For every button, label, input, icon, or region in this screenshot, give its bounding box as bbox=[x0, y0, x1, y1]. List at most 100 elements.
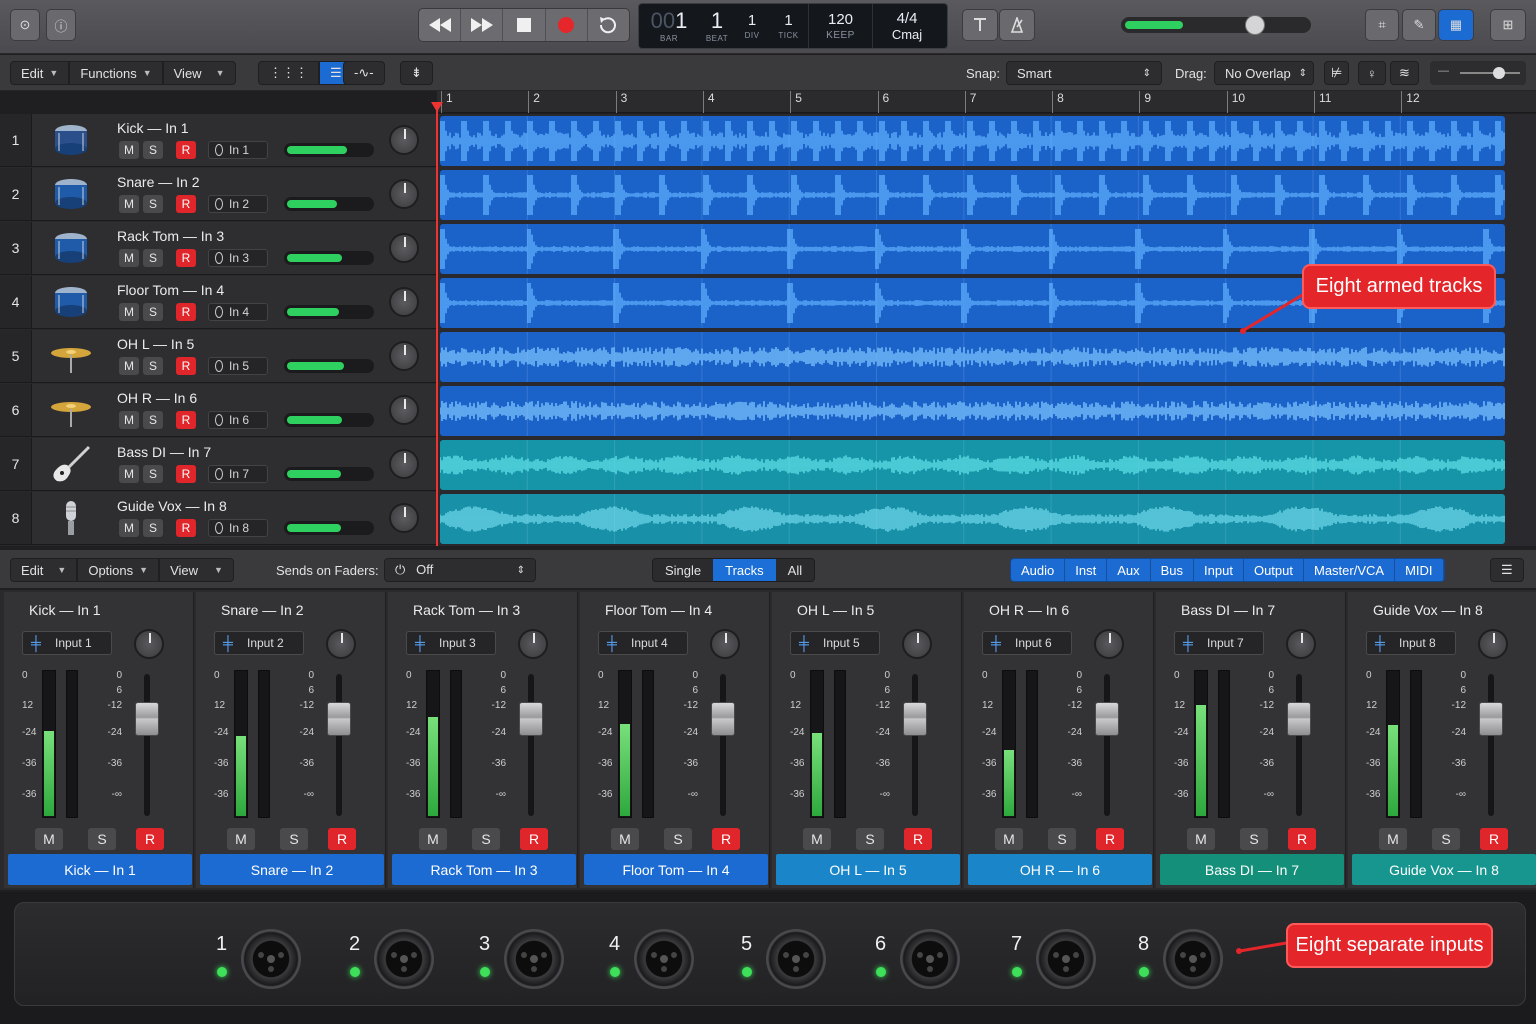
timeline-ruler[interactable]: 1 2 3 4 5 6 7 8 9 10 11 12 bbox=[437, 91, 1536, 113]
channel-pan-knob[interactable] bbox=[710, 629, 740, 659]
filter-midi[interactable]: MIDI bbox=[1395, 559, 1444, 581]
track-pan-knob[interactable] bbox=[389, 233, 419, 263]
channel-input-slot[interactable]: ╪ Input 3 bbox=[406, 631, 496, 655]
lcd-display[interactable]: 001 BAR 1 BEAT 1 DIV 1 TICK 120 KEEP 4/4… bbox=[638, 3, 948, 49]
channel-label[interactable]: Rack Tom — In 3 bbox=[392, 854, 576, 885]
ruler-bar-3[interactable]: 3 bbox=[615, 91, 627, 113]
track-volume-slider[interactable] bbox=[284, 143, 374, 157]
solo-button[interactable]: S bbox=[143, 195, 163, 213]
filter-bus[interactable]: Bus bbox=[1150, 559, 1195, 581]
catch-icon[interactable]: ⇟ bbox=[400, 61, 433, 85]
track-header[interactable]: 5 OH L — In 5 M S R In 5 bbox=[0, 330, 437, 383]
playhead[interactable] bbox=[436, 104, 438, 546]
channel-input-slot[interactable]: ╪ Input 5 bbox=[790, 631, 880, 655]
volume-fader-track[interactable] bbox=[1104, 674, 1110, 816]
track-pan-knob[interactable] bbox=[389, 503, 419, 533]
drag-select[interactable]: No Overlap ⇕ bbox=[1214, 61, 1314, 85]
volume-fader-track[interactable] bbox=[720, 674, 726, 816]
channel-mute-button[interactable]: M bbox=[35, 828, 63, 850]
channel-solo-button[interactable]: S bbox=[856, 828, 884, 850]
channel-pan-knob[interactable] bbox=[1478, 629, 1508, 659]
track-volume-slider[interactable] bbox=[284, 197, 374, 211]
solo-button[interactable]: S bbox=[143, 411, 163, 429]
filter-audio[interactable]: Audio bbox=[1011, 559, 1066, 581]
track-header[interactable]: 1 Kick — In 1 M S R In 1 bbox=[0, 114, 437, 167]
track-name[interactable]: Bass DI — In 7 bbox=[117, 444, 211, 460]
channel-label[interactable]: Kick — In 1 bbox=[8, 854, 192, 885]
volume-fader-handle[interactable] bbox=[903, 702, 927, 736]
ruler-bar-12[interactable]: 12 bbox=[1401, 91, 1420, 113]
record-icon[interactable] bbox=[546, 9, 588, 41]
mute-button[interactable]: M bbox=[119, 303, 139, 321]
record-arm-button[interactable]: R bbox=[176, 519, 196, 537]
track-pan-knob[interactable] bbox=[389, 449, 419, 479]
input-monitor-button[interactable]: In 6 bbox=[208, 411, 268, 429]
volume-fader-track[interactable] bbox=[144, 674, 150, 816]
track-volume-slider[interactable] bbox=[284, 251, 374, 265]
record-arm-button[interactable]: R bbox=[176, 303, 196, 321]
track-volume-slider[interactable] bbox=[284, 467, 374, 481]
track-volume-slider[interactable] bbox=[284, 413, 374, 427]
mute-button[interactable]: M bbox=[119, 465, 139, 483]
channel-solo-button[interactable]: S bbox=[1048, 828, 1076, 850]
ruler-bar-7[interactable]: 7 bbox=[964, 91, 976, 113]
filter-input[interactable]: Input bbox=[1194, 559, 1244, 581]
fast-forward-icon[interactable] bbox=[461, 9, 504, 41]
input-monitor-button[interactable]: In 2 bbox=[208, 195, 268, 213]
mixer-edit-menu[interactable]: Edit ▼ bbox=[10, 558, 78, 582]
stop-icon[interactable] bbox=[503, 9, 546, 41]
channel-input-slot[interactable]: ╪ Input 1 bbox=[22, 631, 112, 655]
master-volume-slider[interactable] bbox=[1121, 15, 1311, 35]
channel-pan-knob[interactable] bbox=[902, 629, 932, 659]
track-name[interactable]: Rack Tom — In 3 bbox=[117, 228, 224, 244]
rewind-icon[interactable] bbox=[419, 9, 462, 41]
track-volume-slider[interactable] bbox=[284, 305, 374, 319]
mute-button[interactable]: M bbox=[119, 357, 139, 375]
master-volume-handle[interactable] bbox=[1245, 15, 1265, 35]
input-monitor-button[interactable]: In 7 bbox=[208, 465, 268, 483]
channel-record-button[interactable]: R bbox=[712, 828, 740, 850]
track-name[interactable]: Floor Tom — In 4 bbox=[117, 282, 224, 298]
channel-input-slot[interactable]: ╪ Input 4 bbox=[598, 631, 688, 655]
channel-pan-knob[interactable] bbox=[1286, 629, 1316, 659]
audio-region[interactable] bbox=[439, 386, 1505, 436]
sends-on-faders-select[interactable]: ⏻ Off ⇕ bbox=[384, 558, 536, 582]
browser-icon[interactable]: ⊞ bbox=[1490, 9, 1526, 41]
mute-button[interactable]: M bbox=[119, 249, 139, 267]
automation-icon[interactable]: ≋ bbox=[1390, 61, 1419, 85]
channel-mute-button[interactable]: M bbox=[1187, 828, 1215, 850]
volume-fader-handle[interactable] bbox=[135, 702, 159, 736]
notes-icon[interactable]: ⌗ bbox=[1365, 9, 1399, 41]
channel-label[interactable]: Guide Vox — In 8 bbox=[1352, 854, 1536, 885]
volume-fader-handle[interactable] bbox=[711, 702, 735, 736]
channel-solo-button[interactable]: S bbox=[664, 828, 692, 850]
ruler-bar-6[interactable]: 6 bbox=[877, 91, 889, 113]
record-arm-button[interactable]: R bbox=[176, 411, 196, 429]
ruler-bar-5[interactable]: 5 bbox=[790, 91, 802, 113]
ruler-bar-11[interactable]: 11 bbox=[1314, 91, 1331, 113]
channel-record-button[interactable]: R bbox=[1480, 828, 1508, 850]
metronome-icon[interactable] bbox=[999, 9, 1035, 41]
channel-record-button[interactable]: R bbox=[1096, 828, 1124, 850]
ruler-bar-10[interactable]: 10 bbox=[1226, 91, 1245, 113]
mute-button[interactable]: M bbox=[119, 411, 139, 429]
channel-mute-button[interactable]: M bbox=[419, 828, 447, 850]
snap-select[interactable]: Smart ⇕ bbox=[1006, 61, 1162, 85]
track-pan-knob[interactable] bbox=[389, 341, 419, 371]
edit-menu[interactable]: Edit ▼ bbox=[10, 61, 70, 85]
volume-fader-handle[interactable] bbox=[1095, 702, 1119, 736]
track-pan-knob[interactable] bbox=[389, 125, 419, 155]
mixer-options-menu[interactable]: Options ▼ bbox=[77, 558, 160, 582]
channel-mute-button[interactable]: M bbox=[227, 828, 255, 850]
volume-fader-track[interactable] bbox=[912, 674, 918, 816]
track-header[interactable]: 8 Guide Vox — In 8 M S R In 8 bbox=[0, 492, 437, 545]
ruler-bar-9[interactable]: 9 bbox=[1139, 91, 1151, 113]
tuner-icon[interactable] bbox=[962, 9, 998, 41]
track-name[interactable]: OH L — In 5 bbox=[117, 336, 194, 352]
record-arm-button[interactable]: R bbox=[176, 465, 196, 483]
functions-menu[interactable]: Functions ▼ bbox=[69, 61, 163, 85]
solo-button[interactable]: S bbox=[143, 249, 163, 267]
track-pan-knob[interactable] bbox=[389, 179, 419, 209]
audio-region[interactable] bbox=[439, 440, 1505, 490]
volume-fader-track[interactable] bbox=[1296, 674, 1302, 816]
